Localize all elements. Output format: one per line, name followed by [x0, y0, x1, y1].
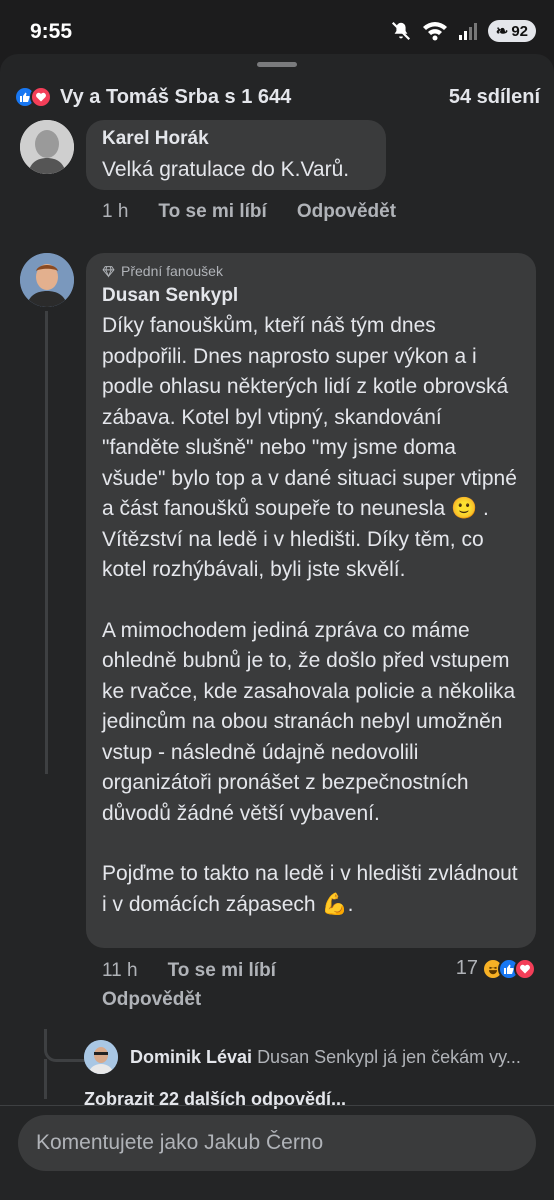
mute-icon — [391, 21, 410, 41]
reply-preview[interactable]: Dominik Lévai Dusan Senkypl já jen čekám… — [130, 1047, 540, 1068]
comment-actions: 11 h To se mi líbí — [102, 960, 276, 982]
avatar-dominik-levai[interactable] — [84, 1040, 118, 1074]
comment-reactions[interactable]: 17 — [456, 957, 536, 980]
status-icons: ❧ 92 — [390, 20, 536, 42]
comment-paragraph: Pojďme to takto na ledě i v hledišti zvl… — [102, 862, 524, 916]
reactions-summary[interactable]: Vy a Tomáš Srba s 1 644 54 sdílení — [14, 82, 540, 112]
comment-actions: 1 h To se mi líbí Odpovědět — [102, 201, 396, 223]
comment-actions-2: Odpovědět — [102, 989, 201, 1011]
battery-indicator: ❧ 92 — [487, 20, 536, 42]
avatar-dusan-senkypl[interactable] — [20, 253, 74, 307]
comment-reaction-count: 17 — [455, 957, 478, 979]
love-reaction-icon — [514, 957, 536, 980]
like-comment-button[interactable]: To se mi líbí — [168, 960, 276, 982]
top-fan-badge: Přední fanoušek — [102, 263, 223, 279]
top-fan-label: Přední fanoušek — [121, 263, 223, 279]
shares-count[interactable]: 54 sdílení — [449, 86, 540, 109]
battery-level: 92 — [511, 22, 528, 40]
comment-input[interactable]: Komentujete jako Jakub Černo — [18, 1115, 536, 1171]
reply-connector — [44, 1029, 85, 1062]
comments-sheet: Vy a Tomáš Srba s 1 644 54 sdílení Karel… — [0, 54, 554, 1200]
wifi-icon — [422, 22, 447, 41]
like-comment-button[interactable]: To se mi líbí — [158, 201, 266, 223]
reaction-summary-text: Vy a Tomáš Srba s 1 644 — [60, 85, 292, 108]
signal-icon — [458, 23, 477, 40]
reply-author: Dominik Lévai — [130, 1047, 253, 1067]
reply-comment-button[interactable]: Odpovědět — [297, 201, 396, 223]
comment-text: Velká gratulace do K.Varů. — [102, 158, 350, 181]
comment-bubble-karel-horak[interactable]: Karel Horák Velká gratulace do K.Varů. — [86, 120, 386, 190]
comment-body: Díky fanouškům, kteří náš tým dnes podpo… — [102, 311, 524, 920]
status-bar: 9:55 ❧ 92 — [0, 0, 554, 56]
view-more-replies-link[interactable]: Zobrazit 22 dalších odpovědí... — [84, 1089, 346, 1110]
reply-snippet: Dusan Senkypl já jen čekám vy... — [257, 1047, 521, 1067]
comment-paragraph: Díky fanouškům, kteří náš tým dnes podpo… — [102, 314, 523, 581]
clock: 9:55 — [30, 20, 73, 43]
drag-handle[interactable] — [257, 62, 297, 67]
comment-input-placeholder: Komentujete jako Jakub Černo — [36, 1131, 324, 1154]
love-reaction-icon — [30, 86, 52, 108]
comment-bubble-dusan-senkypl[interactable]: Přední fanoušek Dusan Senkypl Díky fanou… — [86, 253, 536, 948]
comment-paragraph: A mimochodem jediná zpráva co máme ohled… — [102, 618, 522, 825]
thread-line — [45, 311, 48, 774]
comment-time[interactable]: 1 h — [102, 201, 128, 223]
comment-author[interactable]: Karel Horák — [102, 128, 209, 150]
reply-comment-button[interactable]: Odpovědět — [102, 989, 201, 1011]
divider — [0, 1105, 554, 1106]
comment-time[interactable]: 11 h — [102, 960, 138, 982]
avatar-karel-horak[interactable] — [20, 120, 74, 174]
comment-author[interactable]: Dusan Senkypl — [102, 285, 238, 307]
thread-line — [44, 1059, 47, 1099]
battery-leaf-icon: ❧ — [495, 23, 509, 40]
diamond-icon — [102, 265, 115, 278]
